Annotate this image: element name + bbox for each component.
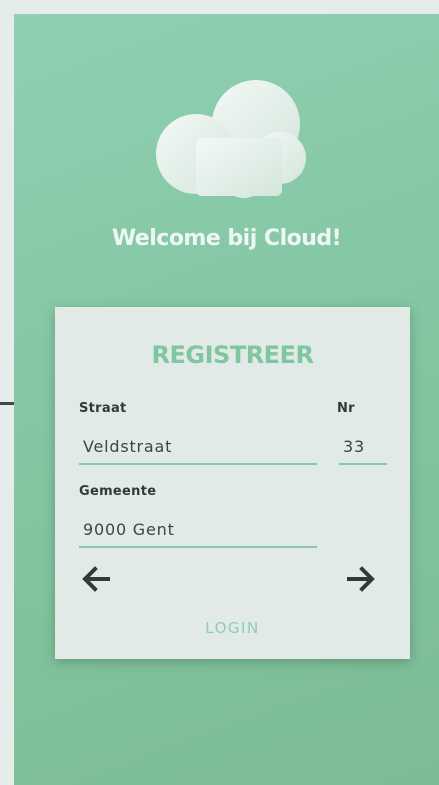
app-screen: Welcome bij Cloud! REGISTREER Straat Nr … [0,0,439,785]
street-label: Straat [79,401,127,416]
city-input[interactable] [79,515,317,543]
edge-divider [0,402,14,405]
number-label: Nr [337,401,355,416]
login-link[interactable]: LOGIN [55,619,410,637]
arrow-right-icon[interactable] [346,564,376,594]
register-title: REGISTREER [151,341,314,369]
welcome-title: Welcome bij Cloud! [111,226,342,251]
arrow-left-icon[interactable] [81,564,111,594]
street-input[interactable] [79,432,317,460]
main-panel: Welcome bij Cloud! REGISTREER Straat Nr … [14,14,439,785]
number-input[interactable] [339,432,387,460]
number-underline [339,463,387,465]
street-underline [79,463,317,465]
city-underline [79,546,317,548]
cloud-icon [156,80,306,198]
city-label: Gemeente [79,484,157,499]
register-card: REGISTREER Straat Nr Gemeente LOGIN [55,307,410,659]
